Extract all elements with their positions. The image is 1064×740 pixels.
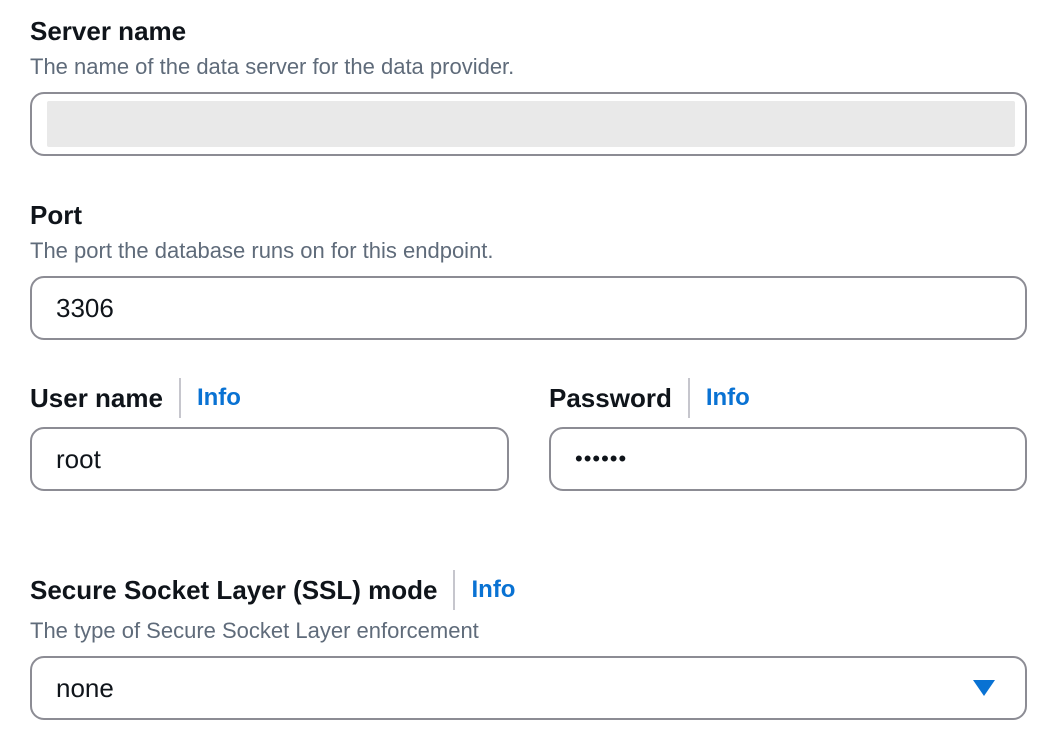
info-divider <box>178 378 181 418</box>
password-input[interactable]: •••••• <box>549 427 1027 491</box>
password-section: Password Info •••••• <box>549 378 1027 491</box>
ssl-mode-description: The type of Secure Socket Layer enforcem… <box>30 618 479 643</box>
username-label-row: User name Info <box>30 378 509 418</box>
port-label: Port <box>30 200 82 230</box>
ssl-mode-label-row: Secure Socket Layer (SSL) mode Info <box>30 570 1027 610</box>
ssl-mode-info-link[interactable]: Info <box>471 575 515 605</box>
username-input[interactable]: root <box>30 427 509 491</box>
caret-down-icon <box>973 680 995 696</box>
password-label-row: Password Info <box>549 378 1027 418</box>
port-description: The port the database runs on for this e… <box>30 238 494 263</box>
server-name-redacted-value <box>47 101 1015 147</box>
server-name-section: Server name The name of the data server … <box>30 16 1027 156</box>
username-label: User name <box>30 383 163 413</box>
username-info-link[interactable]: Info <box>197 383 241 413</box>
ssl-mode-section: Secure Socket Layer (SSL) mode Info The … <box>30 570 1027 720</box>
info-divider <box>453 570 456 610</box>
username-section: User name Info root <box>30 378 509 491</box>
password-info-link[interactable]: Info <box>706 383 750 413</box>
port-section: Port The port the database runs on for t… <box>30 200 1027 340</box>
server-name-description: The name of the data server for the data… <box>30 54 515 79</box>
server-name-label: Server name <box>30 16 187 46</box>
port-input[interactable]: 3306 <box>30 276 1027 340</box>
port-value: 3306 <box>56 292 114 323</box>
ssl-mode-select[interactable]: none <box>30 656 1027 720</box>
username-value: root <box>56 443 101 474</box>
password-value: •••••• <box>575 446 628 471</box>
info-divider <box>687 378 690 418</box>
server-name-input[interactable] <box>30 92 1027 156</box>
password-label: Password <box>549 383 672 413</box>
ssl-mode-label: Secure Socket Layer (SSL) mode <box>30 575 438 605</box>
ssl-mode-selected-value: none <box>56 672 114 703</box>
